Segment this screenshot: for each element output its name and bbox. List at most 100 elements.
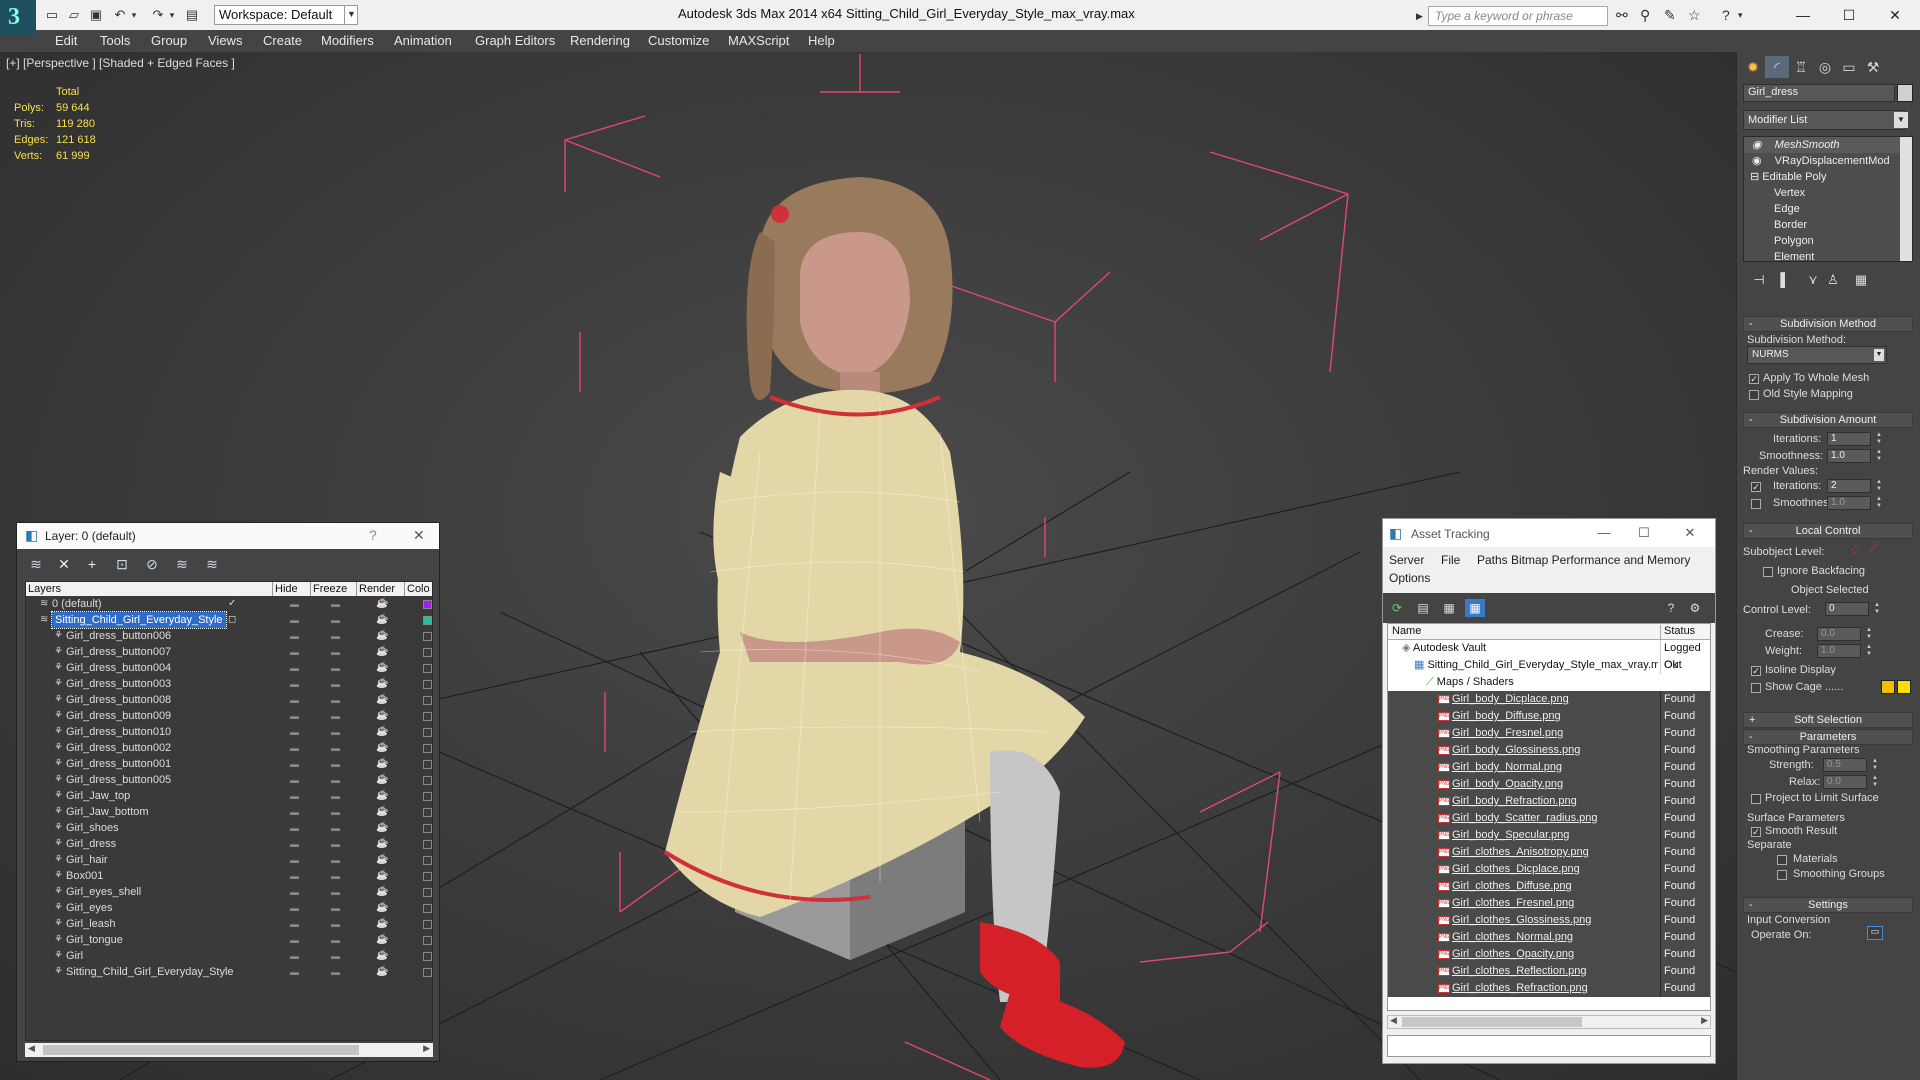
menu-tools[interactable]: Tools <box>100 33 130 48</box>
menu-options[interactable]: Options <box>1389 571 1430 585</box>
scroll-thumb[interactable] <box>1402 1017 1582 1027</box>
modify-tab-icon[interactable]: ◜ <box>1765 56 1789 78</box>
hide-toggle[interactable]: ▬ <box>290 676 299 692</box>
undo-dropdown-icon[interactable]: ▾ <box>126 7 142 23</box>
layer-row[interactable]: ⚘ Girl_hair ▬ ▬ ☕ <box>26 852 432 868</box>
hide-toggle[interactable]: ▬ <box>290 916 299 932</box>
scroll-thumb[interactable] <box>43 1045 359 1055</box>
weight-input[interactable]: 1.0 <box>1817 644 1861 658</box>
create-layer-icon[interactable]: ≋ <box>27 555 45 573</box>
render-iterations-checkbox[interactable]: ✓ <box>1751 482 1761 492</box>
workspace-dropdown-icon[interactable]: ▼ <box>344 5 358 25</box>
freeze-toggle[interactable]: ▬ <box>331 596 340 612</box>
render-toggle-icon[interactable]: ☕ <box>376 852 388 868</box>
layer-color-swatch[interactable] <box>423 744 432 753</box>
hide-toggle[interactable]: ▬ <box>290 660 299 676</box>
asset-row[interactable]: PNG Girl_clothes_Normal.png Found <box>1388 929 1710 946</box>
render-toggle-icon[interactable]: ☕ <box>376 628 388 644</box>
close-icon[interactable]: ✕ <box>413 527 425 544</box>
menu-modifiers[interactable]: Modifiers <box>321 33 374 48</box>
search-input[interactable]: Type a keyword or phrase <box>1428 6 1608 26</box>
iterations-spinner-icon[interactable]: ▲ ▼ <box>1875 432 1883 446</box>
iterations-input[interactable]: 1 <box>1827 432 1871 446</box>
layer-row-name[interactable]: Girl_shoes <box>66 820 119 836</box>
layer-row[interactable]: ⚘ Girl_dress_button007 ▬ ▬ ☕ <box>26 644 432 660</box>
col-render[interactable]: Render <box>356 582 402 596</box>
control-level-spinner-icon[interactable]: ▲ ▼ <box>1873 602 1881 616</box>
layer-row[interactable]: ⚘ Girl ▬ ▬ ☕ <box>26 948 432 964</box>
active-layer-icon[interactable]: ◻ <box>228 612 236 628</box>
menu-bitmap-performance[interactable]: Bitmap Performance and Memory <box>1511 553 1690 567</box>
old-style-mapping-checkbox[interactable] <box>1749 390 1759 400</box>
menu-file[interactable]: File <box>1441 553 1460 567</box>
minimize-button[interactable]: — <box>1780 2 1826 28</box>
lightbulb-icon[interactable]: ◉ <box>1752 155 1762 167</box>
layer-row[interactable]: ⚘ Girl_eyes ▬ ▬ ☕ <box>26 900 432 916</box>
communication-icon[interactable]: ✎ <box>1664 7 1676 24</box>
operate-on-faces-button[interactable]: ▭ <box>1867 926 1883 940</box>
layer-row-name[interactable]: Girl_dress_button009 <box>66 708 171 724</box>
asset-row[interactable]: PNG Girl_body_Refraction.png Found <box>1388 793 1710 810</box>
hide-toggle[interactable]: ▬ <box>290 756 299 772</box>
asset-row[interactable]: PNG Girl_clothes_Glossiness.png Found <box>1388 912 1710 929</box>
relax-input[interactable]: 0.0 <box>1823 775 1867 789</box>
hide-toggle[interactable]: ▬ <box>290 932 299 948</box>
layer-row[interactable]: ⚘ Girl_dress_button009 ▬ ▬ ☕ <box>26 708 432 724</box>
scroll-left-icon[interactable]: ◀ <box>28 1043 35 1054</box>
menu-paths[interactable]: Paths <box>1477 553 1508 567</box>
layer-color-swatch[interactable] <box>423 872 432 881</box>
layer-row[interactable]: ⚘ Girl_dress_button010 ▬ ▬ ☕ <box>26 724 432 740</box>
layer-color-swatch[interactable] <box>423 792 432 801</box>
help-icon[interactable]: ? <box>1661 599 1681 617</box>
rollout-local-control[interactable]: - Local Control <box>1743 523 1913 539</box>
layer-row[interactable]: ⚘ Girl_dress ▬ ▬ ☕ <box>26 836 432 852</box>
layer-row-name[interactable]: Sitting_Child_Girl_Everyday_Style <box>51 611 227 629</box>
layer-color-swatch[interactable] <box>423 680 432 689</box>
crease-spinner-icon[interactable]: ▲ ▼ <box>1865 627 1873 641</box>
object-color-swatch[interactable] <box>1897 84 1913 102</box>
menu-maxscript[interactable]: MAXScript <box>728 33 789 48</box>
asset-row[interactable]: PNG Girl_body_Specular.png Found <box>1388 827 1710 844</box>
subobject-vertex-icon[interactable]: ⁘ <box>1849 542 1861 559</box>
rollout-parameters[interactable]: - Parameters <box>1743 729 1913 745</box>
asset-row[interactable]: PNG Girl_clothes_Refraction.png Found <box>1388 980 1710 997</box>
asset-row[interactable]: PNG Girl_body_Normal.png Found <box>1388 759 1710 776</box>
layer-color-swatch[interactable] <box>423 856 432 865</box>
apply-whole-mesh-checkbox[interactable]: ✓ <box>1749 374 1759 384</box>
asset-path-input[interactable] <box>1387 1035 1711 1057</box>
freeze-toggle[interactable]: ▬ <box>331 772 340 788</box>
hide-toggle[interactable]: ▬ <box>290 692 299 708</box>
freeze-toggle[interactable]: ▬ <box>331 948 340 964</box>
col-color[interactable]: Colo <box>404 582 432 596</box>
freeze-toggle[interactable]: ▬ <box>331 660 340 676</box>
smoothness-input[interactable]: 1.0 <box>1827 449 1871 463</box>
maximize-button[interactable]: ☐ <box>1629 523 1659 543</box>
freeze-toggle[interactable]: ▬ <box>331 724 340 740</box>
scroll-left-icon[interactable]: ◀ <box>1390 1015 1397 1026</box>
list-view-icon[interactable]: ▤ <box>1413 599 1433 617</box>
subscription-icon[interactable]: ⚲ <box>1640 7 1650 24</box>
object-name-field[interactable]: Girl_dress <box>1743 84 1895 102</box>
hide-toggle[interactable]: ▬ <box>290 724 299 740</box>
cage-color-swatch-1[interactable] <box>1881 680 1895 694</box>
menu-rendering[interactable]: Rendering <box>570 33 630 48</box>
asset-row[interactable]: PNG Girl_body_Scatter_radius.png Found <box>1388 810 1710 827</box>
layer-row-name[interactable]: Girl_dress <box>66 836 116 852</box>
layer-row-name[interactable]: 0 (default) <box>52 596 102 612</box>
menu-edit[interactable]: Edit <box>55 33 77 48</box>
layer-row-name[interactable]: Girl_Jaw_bottom <box>66 804 149 820</box>
layer-color-swatch[interactable] <box>423 728 432 737</box>
close-button[interactable]: ✕ <box>1872 2 1918 28</box>
render-toggle-icon[interactable]: ☕ <box>376 932 388 948</box>
remove-modifier-icon[interactable]: ♙ <box>1823 272 1843 290</box>
smooth-result-checkbox[interactable]: ✓ <box>1751 827 1761 837</box>
hide-toggle[interactable]: ▬ <box>290 612 299 628</box>
asset-row[interactable]: PNG Girl_body_Fresnel.png Found <box>1388 725 1710 742</box>
lightbulb-icon[interactable]: ◉ <box>1752 139 1762 151</box>
project-folder-icon[interactable]: ▤ <box>184 7 200 23</box>
render-toggle-icon[interactable]: ☕ <box>376 868 388 884</box>
render-iterations-spinner-icon[interactable]: ▲ ▼ <box>1875 479 1883 493</box>
freeze-toggle[interactable]: ▬ <box>331 900 340 916</box>
layer-color-swatch[interactable] <box>423 648 432 657</box>
stack-scrollbar[interactable] <box>1900 137 1912 261</box>
